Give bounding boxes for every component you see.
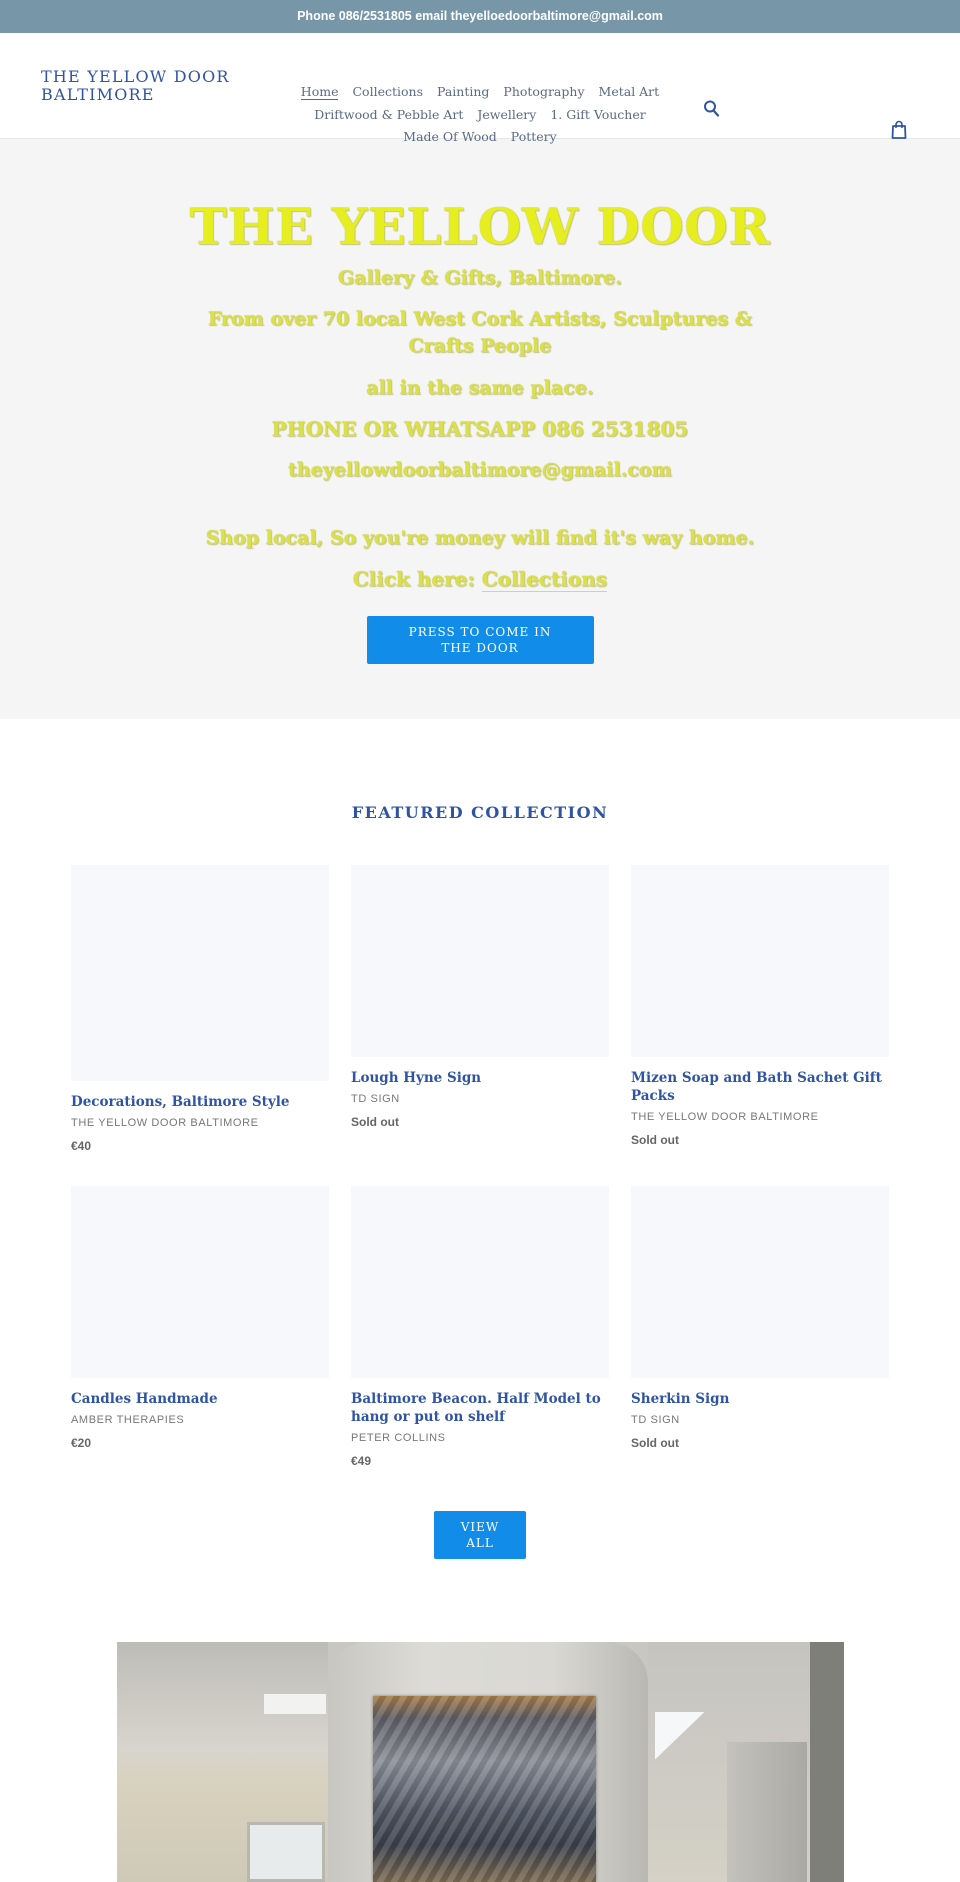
hero-shop-local: Shop local, So you're money will find it…	[205, 527, 755, 549]
nav-row-2: Driftwood & Pebble Art Jewellery 1. Gift V…	[270, 104, 690, 127]
product-vendor: TD SIGN	[351, 1093, 400, 1105]
photo-artwork	[372, 1696, 596, 1882]
search-button[interactable]	[703, 99, 721, 119]
nav-row-1: Home Collections Painting Photography Metal …	[270, 81, 690, 104]
nav-item-made-of-wood[interactable]: Made Of Wood	[403, 126, 497, 149]
nav-item-home[interactable]: Home	[300, 84, 339, 100]
featured-collection: FEATURED COLLECTION Decorations, Baltimo…	[0, 719, 960, 1559]
hero-section: THE YELLOW DOOR Gallery & Gifts, Baltimo…	[0, 139, 960, 719]
product-vendor: PETER COLLINS	[351, 1432, 446, 1444]
product-price: Sold out	[351, 1115, 399, 1129]
product-vendor: AMBER THERAPIES	[71, 1414, 185, 1426]
collections-link[interactable]: Collections	[481, 567, 608, 592]
product-card[interactable]: Mizen Soap and Bath Sachet Gift Packs TH…	[631, 865, 889, 1154]
cart-button[interactable]	[890, 120, 908, 140]
product-price: €40	[71, 1139, 92, 1153]
nav-item-painting[interactable]: Painting	[437, 81, 489, 104]
product-title[interactable]: Sherkin Sign	[631, 1390, 889, 1408]
nav-item-driftwood-pebble-art[interactable]: Driftwood & Pebble Art	[314, 104, 463, 127]
product-card[interactable]: Decorations, Baltimore Style THE YELLOW …	[71, 865, 329, 1154]
product-title[interactable]: Lough Hyne Sign	[351, 1069, 609, 1087]
product-price: €49	[351, 1454, 372, 1468]
product-card[interactable]: Baltimore Beacon. Half Model to hang or …	[351, 1186, 609, 1469]
nav-row-3: Made Of Wood Pottery	[270, 126, 690, 149]
product-vendor: THE YELLOW DOOR BALTIMORE	[71, 1117, 259, 1129]
product-card[interactable]: Sherkin Sign TD SIGN Sold out	[631, 1186, 889, 1469]
photo-glass-pane	[726, 1742, 807, 1882]
photo-window	[246, 1822, 325, 1882]
nav-item-photography[interactable]: Photography	[503, 81, 584, 104]
product-vendor: THE YELLOW DOOR BALTIMORE	[631, 1111, 819, 1123]
product-image[interactable]	[351, 865, 609, 1057]
photo-ceiling-light	[263, 1694, 326, 1714]
product-image[interactable]	[351, 1186, 609, 1378]
product-title[interactable]: Baltimore Beacon. Half Model to hang or …	[351, 1390, 609, 1426]
nav-item-collections[interactable]: Collections	[352, 81, 423, 104]
enter-door-button[interactable]: PRESS TO COME IN THE DOOR	[366, 616, 594, 664]
nav-item-metal-art[interactable]: Metal Art	[599, 81, 660, 104]
product-price: Sold out	[631, 1133, 679, 1147]
search-icon	[704, 100, 720, 117]
nav-item-pottery[interactable]: Pottery	[511, 126, 557, 149]
product-image[interactable]	[71, 1186, 329, 1378]
hero-email: theyellowdoorbaltimore@gmail.com	[288, 459, 672, 481]
product-price: Sold out	[631, 1436, 679, 1450]
click-here-label: Click here:	[352, 567, 482, 591]
product-card[interactable]: Lough Hyne Sign TD SIGN Sold out	[351, 865, 609, 1154]
product-image[interactable]	[631, 1186, 889, 1378]
site-header: THE YELLOW DOOR BALTIMORE Home Collection…	[0, 33, 960, 144]
photo-door	[809, 1642, 844, 1882]
hero-phone: PHONE OR WHATSAPP 086 2531805	[271, 417, 689, 441]
product-title[interactable]: Candles Handmade	[71, 1390, 329, 1408]
product-grid: Decorations, Baltimore Style THE YELLOW …	[71, 865, 889, 1469]
gallery-photo	[116, 1642, 844, 1882]
hero-title: THE YELLOW DOOR	[189, 197, 771, 256]
product-price: €20	[71, 1436, 92, 1450]
hero-click-here: Click here: Collections	[0, 566, 960, 593]
hero-same-place: all in the same place.	[366, 377, 594, 399]
product-image[interactable]	[71, 865, 329, 1081]
featured-collection-title: FEATURED COLLECTION	[351, 803, 609, 822]
view-all-button[interactable]: VIEW ALL	[434, 1511, 526, 1559]
product-card[interactable]: Candles Handmade AMBER THERAPIES €20	[71, 1186, 329, 1469]
announcement-bar: Phone 086/2531805 email theyelloedoorbal…	[0, 0, 960, 33]
nav-item-jewellery[interactable]: Jewellery	[477, 104, 536, 127]
shopping-bag-icon	[891, 120, 907, 139]
nav-item-gift-voucher[interactable]: 1. Gift Voucher	[550, 104, 645, 127]
product-title[interactable]: Mizen Soap and Bath Sachet Gift Packs	[631, 1069, 889, 1105]
product-vendor: TD SIGN	[631, 1414, 680, 1426]
site-logo[interactable]: THE YELLOW DOOR BALTIMORE	[41, 68, 251, 104]
product-image[interactable]	[631, 865, 889, 1057]
hero-subtitle: Gallery & Gifts, Baltimore.	[338, 267, 622, 289]
announcement-text: Phone 086/2531805 email theyelloedoorbal…	[297, 9, 663, 23]
hero-artists-line: From over 70 local West Cork Artists, Sc…	[207, 308, 753, 357]
product-title[interactable]: Decorations, Baltimore Style	[71, 1093, 329, 1111]
